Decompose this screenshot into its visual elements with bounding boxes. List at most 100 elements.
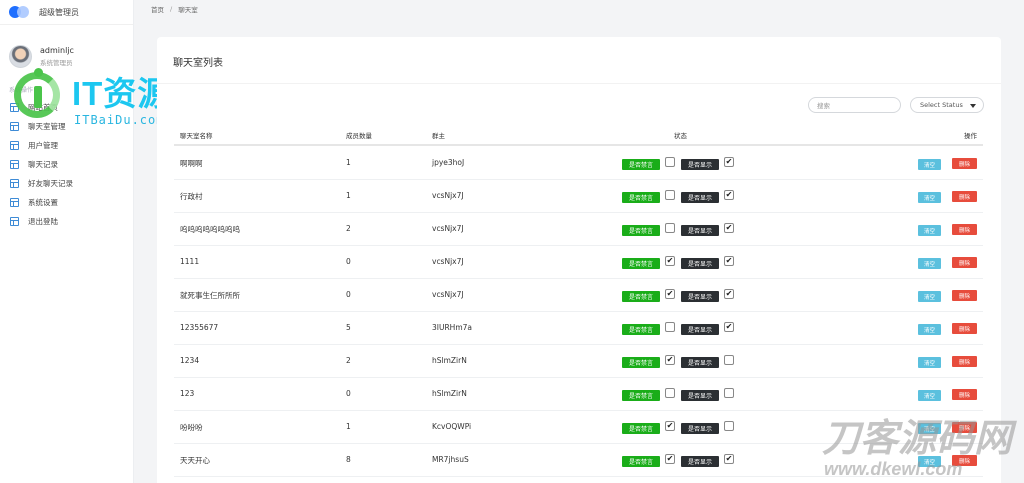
sidebar-item[interactable]: 聊天记录 [0,155,133,174]
delete-button[interactable]: 删除 [952,455,977,466]
table-row: 1234 2 hSlmZirN 是否禁言 ✔ 是否显示 清空 删除 [174,345,983,378]
avatar[interactable] [9,44,32,68]
display-checkbox[interactable]: ✔ [724,190,734,200]
table-row: 吩吩吩 1 KcvOQWPi 是否禁言 ✔ 是否显示 清空 删除 [174,411,983,444]
table-icon [10,217,19,226]
clear-button[interactable]: 清空 [918,357,941,368]
room-name: 天天开心 [180,456,210,465]
breadcrumb: 首页 / 聊天室 [135,0,1024,17]
member-count: 8 [346,455,351,464]
room-owner: vcsNjx7J [432,224,464,233]
clear-button[interactable]: 清空 [918,456,941,467]
display-checkbox[interactable]: ✔ [724,454,734,464]
delete-button[interactable]: 删除 [952,224,977,235]
clear-button[interactable]: 清空 [918,258,941,269]
delete-button[interactable]: 删除 [952,290,977,301]
delete-button[interactable]: 删除 [952,323,977,334]
mute-button[interactable]: 是否禁言 [622,324,660,335]
mute-checkbox[interactable] [665,157,675,167]
table-row: 行政村 1 vcsNjx7J 是否禁言 是否显示 ✔ 清空 删除 [174,180,983,213]
table-row: 123 0 hSlmZirN 是否禁言 是否显示 清空 删除 [174,378,983,411]
display-checkbox[interactable]: ✔ [724,256,734,266]
sidebar-item[interactable]: 退出登陆 [0,212,133,231]
delete-button[interactable]: 删除 [952,389,977,400]
room-owner: MR7jhsuS [432,455,469,464]
breadcrumb-separator: / [170,4,173,13]
mute-checkbox[interactable]: ✔ [665,454,675,464]
table-row: 1111 0 vcsNjx7J 是否禁言 ✔ 是否显示 ✔ 清空 删除 [174,246,983,279]
mute-checkbox[interactable] [665,322,675,332]
room-owner: vcsNjx7J [432,290,464,299]
table-row: 就死事生仨所所所 0 vcsNjx7J 是否禁言 ✔ 是否显示 ✔ 清空 删除 [174,279,983,312]
mute-checkbox[interactable] [665,388,675,398]
table-row: 呜呜呜呜呜呜呜呜 2 vcsNjx7J 是否禁言 是否显示 ✔ 清空 删除 [174,213,983,246]
room-name: 1111 [180,257,200,266]
display-checkbox[interactable]: ✔ [724,322,734,332]
room-owner: 3IURHm7a [432,323,472,332]
room-owner: hSlmZirN [432,389,467,398]
mute-button[interactable]: 是否禁言 [622,291,660,302]
user-name: adminljc [40,45,74,55]
display-checkbox[interactable] [724,388,734,398]
display-checkbox[interactable] [724,421,734,431]
breadcrumb-home[interactable]: 首页 [151,4,164,14]
member-count: 1 [346,191,351,200]
display-button[interactable]: 是否显示 [681,357,719,368]
user-role: 系统管理员 [40,58,73,67]
display-checkbox[interactable]: ✔ [724,223,734,233]
delete-button[interactable]: 删除 [952,422,977,433]
header-actions: 操作 [964,132,977,140]
clear-button[interactable]: 清空 [918,291,941,302]
clear-button[interactable]: 清空 [918,159,941,170]
display-button[interactable]: 是否显示 [681,456,719,467]
table-row: 12355677 5 3IURHm7a 是否禁言 是否显示 ✔ 清空 删除 [174,312,983,345]
display-button[interactable]: 是否显示 [681,192,719,203]
display-button[interactable]: 是否显示 [681,159,719,170]
mute-button[interactable]: 是否禁言 [622,192,660,203]
delete-button[interactable]: 删除 [952,257,977,268]
table-row: 天天开心 8 MR7jhsuS 是否禁言 ✔ 是否显示 ✔ 清空 删除 [174,444,983,477]
display-button[interactable]: 是否显示 [681,423,719,434]
room-name: 吩吩吩 [180,423,203,432]
display-button[interactable]: 是否显示 [681,390,719,401]
sidebar-item[interactable]: 用户管理 [0,136,133,155]
table-row: 啊啊啊 1 jpye3hoJ 是否禁言 是否显示 ✔ 清空 删除 [174,147,983,180]
delete-button[interactable]: 删除 [952,191,977,202]
display-checkbox[interactable]: ✔ [724,289,734,299]
clear-button[interactable]: 清空 [918,423,941,434]
member-count: 2 [346,224,351,233]
clear-button[interactable]: 清空 [918,324,941,335]
display-button[interactable]: 是否显示 [681,324,719,335]
display-checkbox[interactable]: ✔ [724,157,734,167]
mute-button[interactable]: 是否禁言 [622,258,660,269]
mute-button[interactable]: 是否禁言 [622,390,660,401]
clear-button[interactable]: 清空 [918,192,941,203]
sidebar-item[interactable]: 好友聊天记录 [0,174,133,193]
mute-checkbox[interactable]: ✔ [665,256,675,266]
room-name: 呜呜呜呜呜呜呜呜 [180,225,240,234]
table-icon [10,141,19,150]
clear-button[interactable]: 清空 [918,225,941,236]
mute-checkbox[interactable] [665,223,675,233]
mute-checkbox[interactable]: ✔ [665,421,675,431]
mute-checkbox[interactable] [665,190,675,200]
mute-checkbox[interactable]: ✔ [665,355,675,365]
mute-button[interactable]: 是否禁言 [622,456,660,467]
room-name: 1234 [180,356,200,365]
display-button[interactable]: 是否显示 [681,258,719,269]
status-select[interactable]: Select Status [910,97,984,113]
sidebar-item-label: 好友聊天记录 [28,179,73,188]
display-button[interactable]: 是否显示 [681,225,719,236]
mute-button[interactable]: 是否禁言 [622,225,660,236]
mute-checkbox[interactable]: ✔ [665,289,675,299]
delete-button[interactable]: 删除 [952,356,977,367]
display-button[interactable]: 是否显示 [681,291,719,302]
sidebar-item[interactable]: 系统设置 [0,193,133,212]
delete-button[interactable]: 删除 [952,158,977,169]
mute-button[interactable]: 是否禁言 [622,159,660,170]
mute-button[interactable]: 是否禁言 [622,423,660,434]
clear-button[interactable]: 清空 [918,390,941,401]
display-checkbox[interactable] [724,355,734,365]
mute-button[interactable]: 是否禁言 [622,357,660,368]
search-input[interactable]: 搜索 [808,97,901,113]
